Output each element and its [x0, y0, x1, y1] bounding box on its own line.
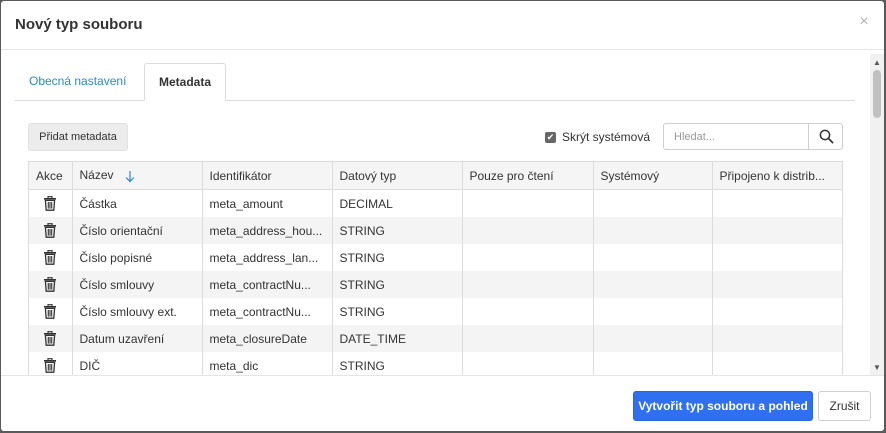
cell-data-type: STRING [332, 217, 463, 244]
trash-icon[interactable] [43, 358, 57, 374]
cell-name: Číslo smlouvy [72, 271, 203, 298]
cell-readonly [462, 271, 594, 298]
cell-action [29, 271, 73, 298]
cell-distribution [712, 352, 842, 375]
cell-name: DIČ [72, 352, 203, 375]
cell-identifier: meta_dic [202, 352, 333, 375]
column-header-identifikator[interactable]: Identifikátor [202, 162, 333, 190]
tab-general-settings[interactable]: Obecná nastavení [15, 63, 140, 99]
dialog-title: Nový typ souboru [15, 16, 143, 33]
cell-system [593, 352, 713, 375]
cell-identifier: meta_address_lan... [202, 244, 333, 271]
scroll-down-arrow-icon[interactable]: ▼ [870, 361, 884, 375]
cell-readonly [462, 217, 594, 244]
cell-distribution [712, 271, 842, 298]
cell-action [29, 244, 73, 271]
cell-system [593, 298, 713, 325]
table-row[interactable]: Číslo smlouvy ext. meta_contractNu... STRI… [29, 298, 842, 325]
cell-name: Datum uzavření [72, 325, 203, 352]
create-file-type-and-view-button[interactable]: Vytvořit typ souboru a pohled [633, 391, 813, 421]
trash-icon[interactable] [43, 250, 57, 266]
cell-distribution [712, 298, 842, 325]
table-row[interactable]: Číslo smlouvy meta_contractNu... STRING [29, 271, 842, 298]
table-row[interactable]: Datum uzavření meta_closureDate DATE_TIME [29, 325, 842, 352]
scrollbar-thumb[interactable] [873, 70, 881, 118]
cell-identifier: meta_amount [202, 189, 333, 217]
scroll-up-arrow-icon[interactable]: ▲ [870, 56, 884, 70]
cell-action [29, 217, 73, 244]
trash-icon[interactable] [43, 331, 57, 347]
metadata-table: Akce Název Identifikátor Datový typ Pouz… [28, 161, 843, 375]
column-header-pouze-pro-cteni[interactable]: Pouze pro čtení [462, 162, 594, 190]
table-row[interactable]: Číslo orientační meta_address_hou... STRIN… [29, 217, 842, 244]
cell-action [29, 352, 73, 375]
trash-icon[interactable] [43, 196, 57, 212]
cell-identifier: meta_contractNu... [202, 271, 333, 298]
tab-bar: Obecná nastavení Metadata [15, 63, 855, 101]
cell-identifier: meta_closureDate [202, 325, 333, 352]
tab-metadata[interactable]: Metadata [144, 63, 226, 101]
trash-icon[interactable] [43, 304, 57, 320]
dialog-scrollbar[interactable]: ▲ ▼ [870, 54, 884, 379]
cell-name: Číslo popisné [72, 244, 203, 271]
table-header-row: Akce Název Identifikátor Datový typ Pouz… [29, 162, 842, 190]
cell-system [593, 217, 713, 244]
table-row[interactable]: DIČ meta_dic STRING [29, 352, 842, 375]
dialog-header: Nový typ souboru × [1, 1, 884, 50]
search-input[interactable] [663, 123, 809, 150]
cell-data-type: DATE_TIME [332, 325, 463, 352]
cell-readonly [462, 189, 594, 217]
column-header-datovy-typ[interactable]: Datový typ [332, 162, 463, 190]
cell-readonly [462, 298, 594, 325]
sort-ascending-icon [125, 170, 135, 183]
column-header-pripojeno-k-distribuci[interactable]: Připojeno k distrib... [712, 162, 842, 190]
cell-data-type: DECIMAL [332, 189, 463, 217]
cell-identifier: meta_contractNu... [202, 298, 333, 325]
cell-data-type: STRING [332, 271, 463, 298]
add-metadata-button[interactable]: Přidat metadata [28, 123, 128, 151]
column-header-nazev-label: Název [79, 168, 114, 183]
dialog-body: Obecná nastavení Metadata Přidat metadat… [1, 50, 884, 375]
cell-data-type: STRING [332, 244, 463, 271]
table-row[interactable]: Číslo popisné meta_address_lan... STRING [29, 244, 842, 271]
cell-name: Částka [72, 189, 203, 217]
close-icon[interactable]: × [856, 14, 872, 30]
cell-distribution [712, 217, 842, 244]
cell-distribution [712, 244, 842, 271]
column-header-systemovy[interactable]: Systémový [593, 162, 713, 190]
search-button[interactable] [808, 123, 843, 150]
table-row[interactable]: Částka meta_amount DECIMAL [29, 189, 842, 218]
search-icon [819, 129, 834, 144]
cell-action [29, 298, 73, 325]
column-header-nazev[interactable]: Název [72, 162, 203, 190]
cell-action [29, 325, 73, 352]
cell-system [593, 189, 713, 217]
cell-system [593, 325, 713, 352]
cell-identifier: meta_address_hou... [202, 217, 333, 244]
hide-system-label: Skrýt systémová [562, 130, 651, 144]
column-header-akce: Akce [29, 162, 73, 190]
cell-system [593, 271, 713, 298]
hide-system-checkbox[interactable]: ✔ [545, 131, 556, 143]
cancel-button[interactable]: Zrušit [818, 391, 871, 421]
cell-data-type: STRING [332, 298, 463, 325]
cell-readonly [462, 325, 594, 352]
trash-icon[interactable] [43, 277, 57, 293]
cell-action [29, 189, 73, 217]
new-file-type-dialog: Nový typ souboru × Obecná nastavení Meta… [1, 1, 884, 431]
cell-distribution [712, 325, 842, 352]
cell-system [593, 244, 713, 271]
hide-system-toggle[interactable]: ✔ Skrýt systémová [545, 130, 650, 144]
dialog-footer: Vytvořit typ souboru a pohled Zrušit [1, 375, 884, 431]
cell-data-type: STRING [332, 352, 463, 375]
cell-readonly [462, 244, 594, 271]
trash-icon[interactable] [43, 223, 57, 239]
cell-readonly [462, 352, 594, 375]
cell-distribution [712, 190, 842, 218]
cell-name: Číslo orientační [72, 217, 203, 244]
cell-name: Číslo smlouvy ext. [72, 298, 203, 325]
